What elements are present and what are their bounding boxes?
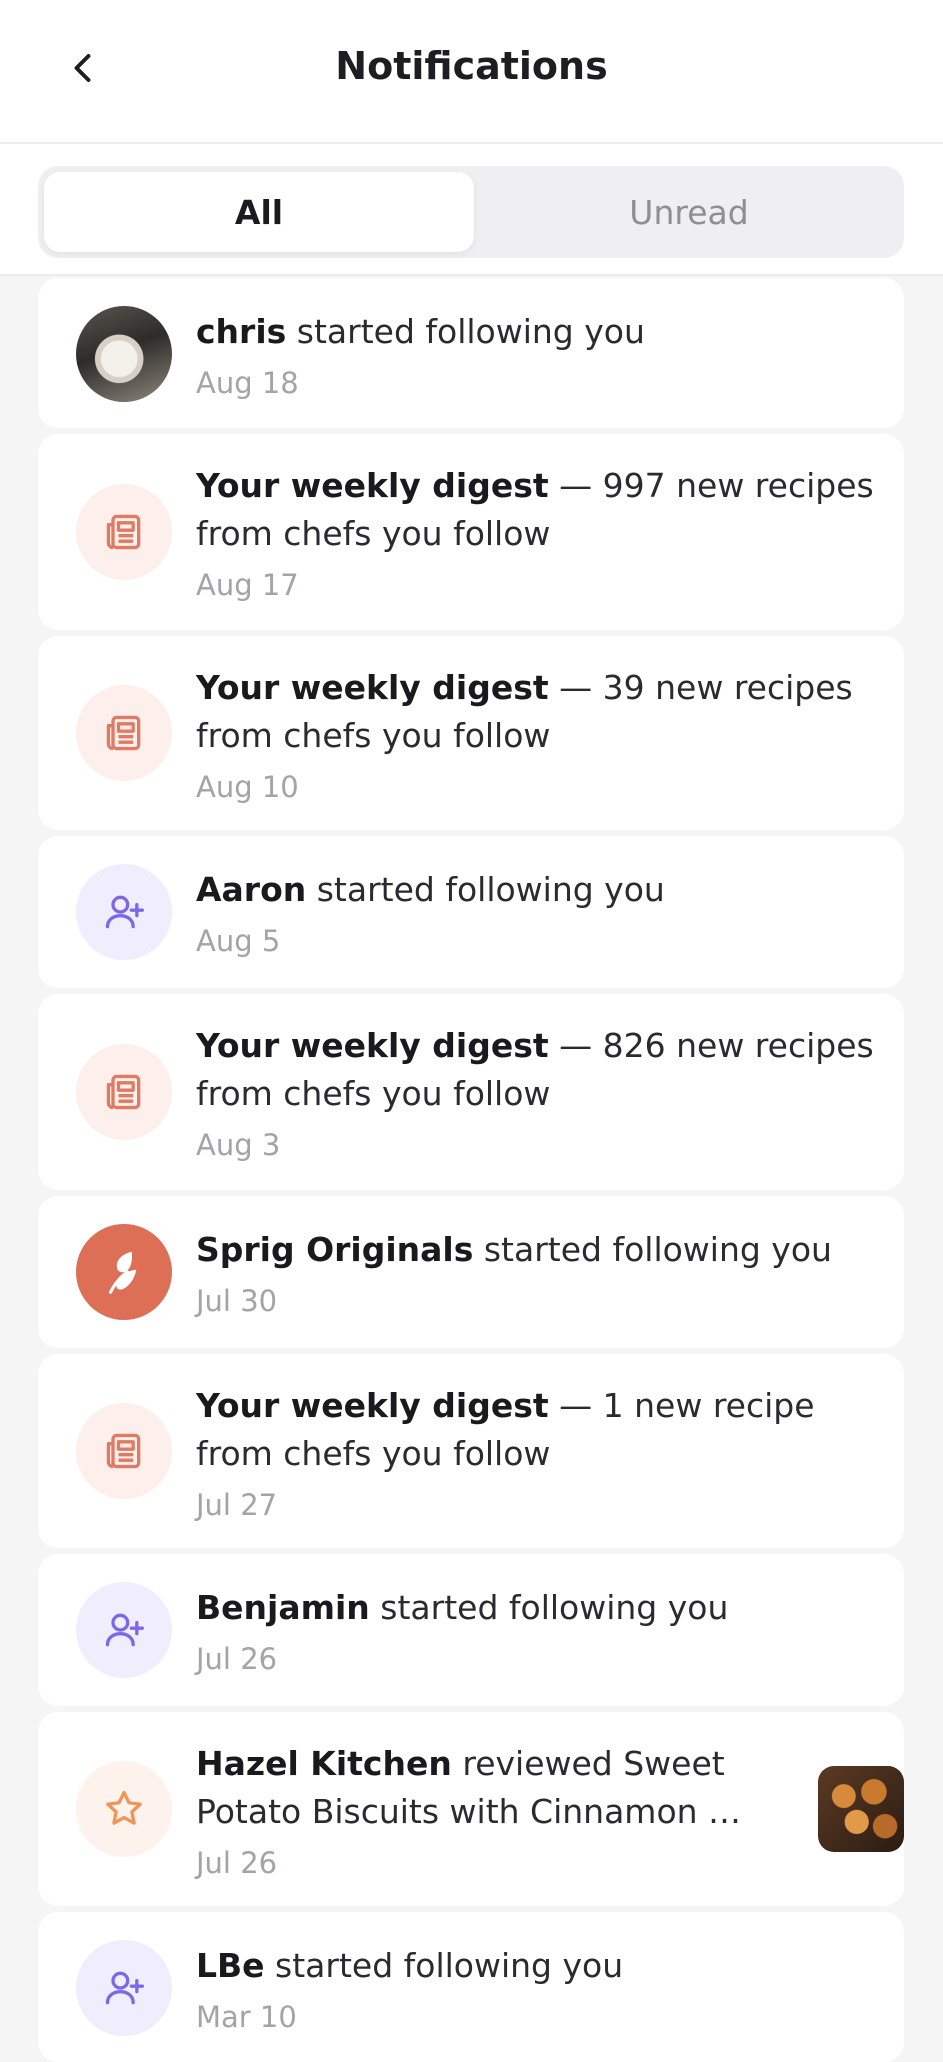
notification-date: Aug 10 — [196, 770, 299, 804]
digest-title: Your weekly digest — [196, 668, 549, 707]
digest-avatar — [76, 1403, 172, 1499]
notification-date: Aug 18 — [196, 366, 299, 400]
digest-title: Your weekly digest — [196, 1386, 549, 1425]
tab-unread[interactable]: Unread — [474, 172, 904, 252]
page-title: Notifications — [335, 44, 608, 88]
notification-date: Aug 3 — [196, 1128, 281, 1162]
notification-item[interactable]: Benjamin started following you Jul 26 — [38, 1554, 904, 1706]
notification-date: Jul 27 — [196, 1488, 278, 1522]
notification-item[interactable]: Your weekly digest — 39 new recipes from… — [38, 636, 904, 830]
review-avatar — [76, 1761, 172, 1857]
user-plus-icon — [105, 1613, 144, 1647]
notification-item[interactable]: Your weekly digest — 1 new recipe from c… — [38, 1354, 904, 1548]
sprig-avatar[interactable] — [76, 1224, 172, 1320]
notification-text: Your weekly digest — 997 new recipes fro… — [196, 462, 876, 558]
digest-avatar — [76, 484, 172, 580]
user-plus-icon — [105, 895, 144, 929]
notification-date: Aug 5 — [196, 924, 281, 958]
recipe-thumbnail[interactable] — [818, 1766, 904, 1852]
digest-title: Your weekly digest — [196, 466, 549, 505]
digest-title: Your weekly digest — [196, 1026, 549, 1065]
notification-text: Your weekly digest — 826 new recipes fro… — [196, 1022, 876, 1118]
actor-name[interactable]: Aaron — [196, 870, 306, 909]
notification-text: chris started following you — [196, 308, 876, 356]
newspaper-icon — [106, 1433, 141, 1469]
follow-avatar[interactable] — [76, 1940, 172, 2036]
actor-name[interactable]: chris — [196, 312, 286, 351]
notification-text: Your weekly digest — 39 new recipes from… — [196, 664, 876, 760]
user-plus-icon — [105, 1971, 144, 2005]
notification-text: Your weekly digest — 1 new recipe from c… — [196, 1382, 876, 1478]
notification-message: started following you — [264, 1946, 624, 1985]
notification-item[interactable]: Sprig Originals started following you Ju… — [38, 1196, 904, 1348]
notification-item[interactable]: chris started following you Aug 18 — [38, 278, 904, 428]
notification-date: Mar 10 — [196, 2000, 297, 2034]
notification-item[interactable]: Hazel Kitchen reviewed Sweet Potato Bisc… — [38, 1712, 904, 1906]
newspaper-icon — [106, 514, 141, 550]
header: Notifications — [0, 0, 943, 144]
actor-name[interactable]: LBe — [196, 1946, 265, 1985]
notification-text: LBe started following you — [196, 1942, 876, 1990]
notification-message: started following you — [286, 312, 645, 351]
notification-date: Jul 26 — [196, 1846, 278, 1880]
notification-text: Hazel Kitchen reviewed Sweet Potato Bisc… — [196, 1740, 786, 1836]
notification-item[interactable]: Your weekly digest — 826 new recipes fro… — [38, 994, 904, 1190]
user-avatar[interactable] — [76, 306, 172, 402]
segmented-control: All Unread — [38, 166, 904, 258]
tab-all[interactable]: All — [44, 172, 474, 252]
sprig-logo-icon — [108, 1251, 137, 1294]
newspaper-icon — [106, 1074, 141, 1110]
digest-avatar — [76, 685, 172, 781]
notification-text: Sprig Originals started following you — [196, 1226, 876, 1274]
notification-date: Aug 17 — [196, 568, 299, 602]
notification-message: started following you — [369, 1588, 729, 1627]
notification-message: started following you — [306, 870, 665, 909]
notification-date: Jul 30 — [196, 1284, 278, 1318]
notification-item[interactable]: LBe started following you Mar 10 — [38, 1912, 904, 2062]
follow-avatar[interactable] — [76, 1582, 172, 1678]
follow-avatar[interactable] — [76, 864, 172, 960]
notification-date: Jul 26 — [196, 1642, 278, 1676]
notification-message: started following you — [473, 1230, 832, 1269]
notification-text: Benjamin started following you — [196, 1584, 876, 1632]
digest-avatar — [76, 1044, 172, 1140]
newspaper-icon — [106, 715, 141, 751]
actor-name[interactable]: Hazel Kitchen — [196, 1744, 452, 1783]
notification-item[interactable]: Aaron started following you Aug 5 — [38, 836, 904, 988]
actor-name[interactable]: Benjamin — [196, 1588, 370, 1627]
filter-bar: All Unread — [0, 144, 943, 276]
actor-name[interactable]: Sprig Originals — [196, 1230, 473, 1269]
notification-item[interactable]: Your weekly digest — 997 new recipes fro… — [38, 434, 904, 630]
star-icon — [106, 1790, 142, 1825]
notification-text: Aaron started following you — [196, 866, 876, 914]
